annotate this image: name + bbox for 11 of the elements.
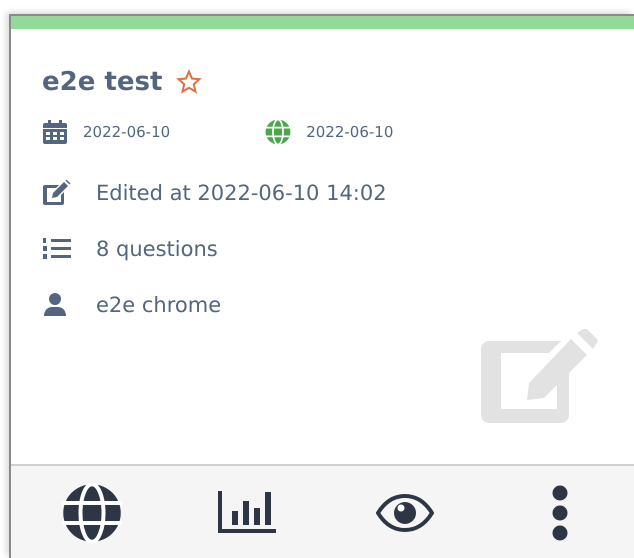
detail-text: Edited at 2022-06-10 14:02 <box>96 181 387 205</box>
detail-text: e2e chrome <box>96 293 222 317</box>
published-date: 2022-06-10 <box>306 123 394 141</box>
publish-button[interactable] <box>61 483 123 543</box>
star-icon[interactable] <box>176 69 202 95</box>
calendar-icon <box>42 119 68 145</box>
card-title: e2e test <box>42 67 162 97</box>
numbered-list-icon <box>42 236 72 262</box>
edit-icon <box>42 180 72 206</box>
detail-text: 8 questions <box>96 237 218 261</box>
created-date: 2022-06-10 <box>83 123 170 141</box>
